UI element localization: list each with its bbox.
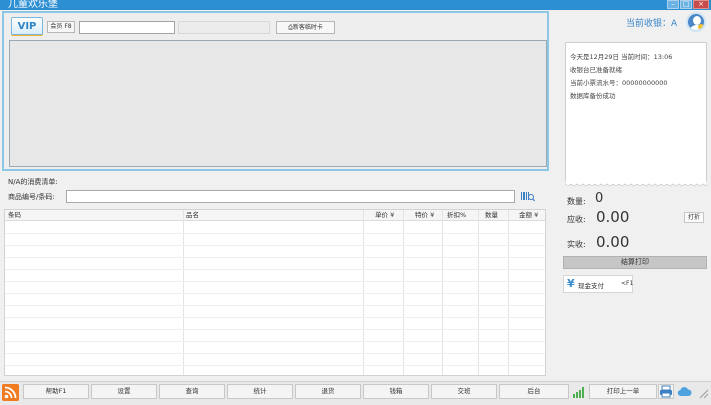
- table-row: [5, 329, 545, 330]
- vip-badge-label: VIP: [17, 21, 37, 32]
- col-product-name[interactable]: 品名: [186, 210, 199, 221]
- consumption-grid[interactable]: 条码 品名 单价 ¥ 特价 ¥ 折扣% 数量 金额 ¥: [4, 209, 546, 376]
- backend-button[interactable]: 后台: [499, 384, 569, 399]
- signal-icon: [573, 387, 584, 398]
- table-row: [5, 317, 545, 318]
- title-bar: 儿童欢乐堡 – □ ×: [0, 0, 711, 10]
- quantity-label: 数量:: [567, 197, 586, 206]
- table-row: [5, 305, 545, 306]
- cash-payment-shortcut: <F1: [621, 280, 634, 287]
- rss-icon[interactable]: [2, 384, 19, 401]
- statistics-button[interactable]: 统计: [227, 384, 293, 399]
- cash-payment-label: 现金支付: [578, 282, 604, 290]
- col-special-price[interactable]: 特价 ¥: [415, 210, 434, 221]
- window-title: 儿童欢乐堡: [8, 0, 58, 10]
- discount-button[interactable]: 打折: [684, 212, 704, 223]
- product-code-input[interactable]: [66, 190, 515, 203]
- cash-payment-button[interactable]: ¥ 现金支付 <F1: [563, 275, 633, 293]
- receipt-line: 今天是12月29日 当前时间：13:06: [570, 53, 673, 61]
- cash-drawer-button[interactable]: 钱箱: [363, 384, 429, 399]
- member-info-field: [178, 21, 270, 34]
- receipt-panel: 今天是12月29日 当前时间：13:06 收银台已准备就绪 当前小票流水号：00…: [565, 42, 707, 184]
- settings-button[interactable]: 设置: [91, 384, 157, 399]
- receipt-line: 当前小票流水号：00000000000: [570, 79, 668, 87]
- table-row: [5, 233, 545, 234]
- member-panel: VIP 会员 F8 ⎙新客临时卡: [2, 11, 549, 171]
- maximize-icon[interactable]: □: [680, 0, 692, 9]
- member-detail-area: [9, 40, 547, 167]
- return-button[interactable]: 退货: [295, 384, 361, 399]
- product-code-label: 商品编号/条码:: [8, 193, 55, 201]
- table-row: [5, 293, 545, 294]
- amount-paid-value: 0.00: [596, 233, 630, 251]
- avatar[interactable]: [686, 12, 706, 32]
- vip-icon: VIP: [11, 17, 43, 35]
- amount-paid-label: 实收:: [567, 240, 586, 249]
- query-button[interactable]: 查询: [159, 384, 225, 399]
- amount-due-value: 0.00: [596, 208, 630, 226]
- grid-header: 条码 品名 单价 ¥ 特价 ¥ 折扣% 数量 金额 ¥: [5, 210, 545, 221]
- printer-icon[interactable]: [658, 384, 674, 399]
- member-button[interactable]: 会员 F8: [47, 21, 75, 33]
- minimize-icon[interactable]: –: [667, 0, 679, 9]
- amount-due-label: 应收:: [567, 215, 586, 224]
- window-controls: – □ ×: [667, 0, 709, 10]
- avatar-status-dot: [698, 24, 704, 30]
- temporary-card-button[interactable]: ⎙新客临时卡: [276, 21, 335, 34]
- col-unit-price[interactable]: 单价 ¥: [375, 210, 394, 221]
- receipt-line: 收银台已准备就绪: [570, 66, 622, 74]
- table-row: [5, 365, 545, 366]
- printer-icon-glyph: [660, 385, 672, 398]
- reprint-last-button[interactable]: 打印上一单: [589, 384, 657, 399]
- settle-print-button[interactable]: 结算打印: [563, 256, 707, 269]
- close-icon[interactable]: ×: [693, 0, 709, 9]
- help-button[interactable]: 帮助F1: [23, 384, 89, 399]
- member-search-input[interactable]: [79, 21, 175, 34]
- table-row: [5, 341, 545, 342]
- yen-icon: ¥: [567, 277, 575, 290]
- col-discount[interactable]: 折扣%: [447, 210, 466, 221]
- resize-grip-icon[interactable]: [697, 387, 709, 399]
- shift-handover-button[interactable]: 交班: [431, 384, 497, 399]
- col-quantity[interactable]: 数量: [485, 210, 498, 221]
- receipt-line: 数据库备份成功: [570, 92, 616, 100]
- current-cashier: 当前收银：A: [626, 19, 678, 29]
- col-amount[interactable]: 金额 ¥: [519, 210, 538, 221]
- consumption-list-title: N/A的消费清单:: [8, 178, 58, 186]
- table-row: [5, 281, 545, 282]
- table-row: [5, 257, 545, 258]
- barcode-search-icon[interactable]: [521, 191, 535, 202]
- table-row: [5, 245, 545, 246]
- table-row: [5, 269, 545, 270]
- temporary-card-label: 新客临时卡: [292, 24, 323, 31]
- col-barcode[interactable]: 条码: [8, 210, 21, 221]
- receipt-edge: [565, 181, 707, 186]
- quantity-value: 0: [595, 191, 604, 206]
- cloud-icon[interactable]: [677, 385, 692, 398]
- table-row: [5, 353, 545, 354]
